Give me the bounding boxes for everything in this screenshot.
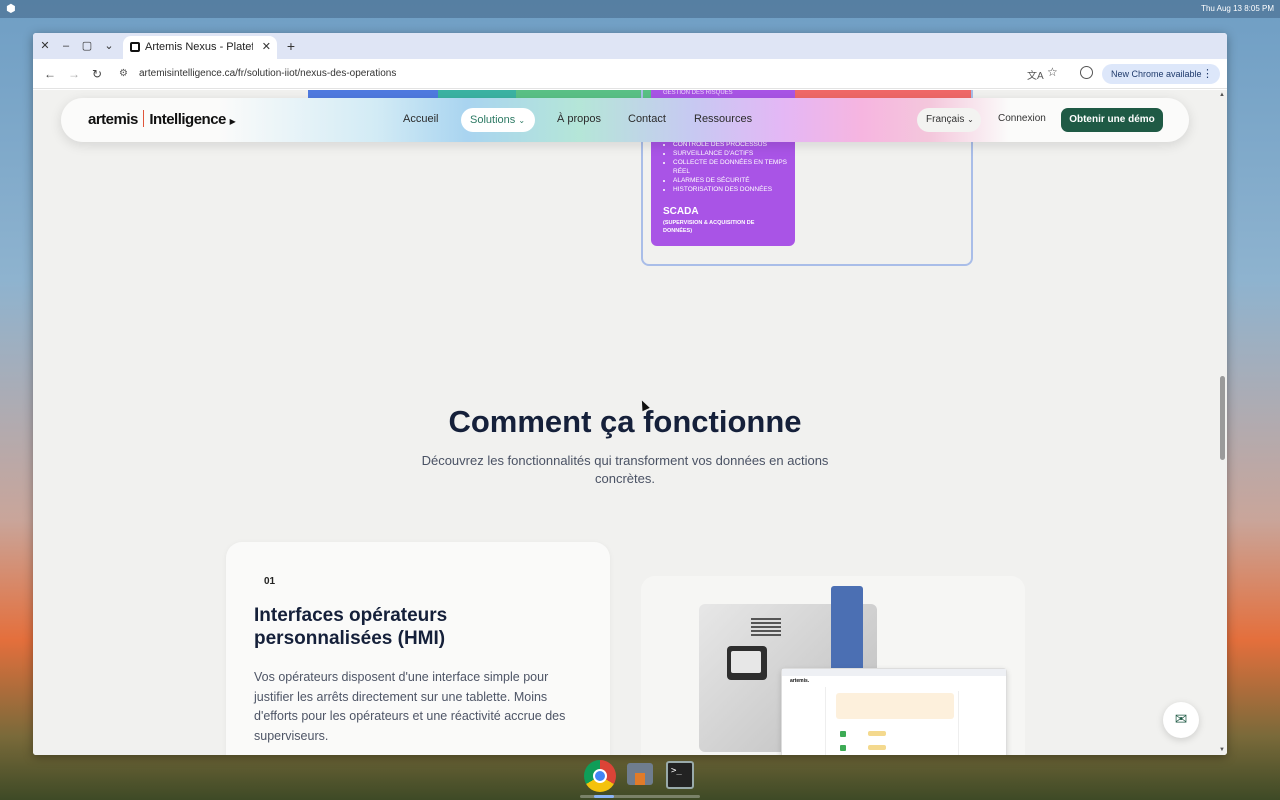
mock-tag — [868, 731, 886, 736]
logo-right: Intelligence — [149, 111, 226, 128]
os-top-bar: ⬢ Thu Aug 13 8:05 PM — [0, 0, 1280, 18]
mail-icon[interactable]: ✉ — [1163, 702, 1199, 738]
machine-screen — [731, 651, 761, 673]
bookmark-star-icon[interactable]: ☆ — [1047, 65, 1058, 79]
scada-item: COLLECTE DE DONNÉES EN TEMPS RÉEL — [673, 158, 791, 176]
scada-top-fragment: GESTION DES RISQUES — [663, 90, 733, 96]
files-launcher-icon[interactable] — [627, 763, 653, 785]
mock-sidebar — [786, 687, 826, 755]
logo-play-icon: ▶ — [229, 117, 236, 126]
nav-contact[interactable]: Contact — [628, 113, 666, 125]
section-title: Comment ça fonctionne — [448, 404, 802, 439]
scada-title: SCADA — [663, 206, 699, 217]
scroll-up-icon[interactable]: ▲ — [1219, 92, 1225, 98]
scrollbar-thumb[interactable] — [1220, 376, 1225, 460]
scada-item: ALARMES DE SÉCURITÉ — [673, 176, 791, 185]
feature-number: 01 — [264, 576, 276, 587]
active-app-indicator — [594, 795, 614, 798]
app-screenshot-image: artemis. — [781, 668, 1007, 755]
page-scrollbar[interactable]: ▲ ▼ — [1217, 90, 1227, 755]
back-arrow-icon[interactable]: ← — [42, 66, 58, 82]
browser-toolbar: ← → ↻ ⚙ artemisintelligence.ca/fr/soluti… — [33, 59, 1227, 89]
logo-divider — [142, 110, 145, 127]
chrome-launcher-icon[interactable] — [584, 760, 616, 792]
scada-item: HISTORISATION DES DONNÉES — [673, 185, 791, 194]
scada-list: CONTRÔLE DES PROCESSUS SURVEILLANCE D'AC… — [673, 140, 791, 194]
nav-about[interactable]: À propos — [557, 113, 601, 125]
browser-window: ✕ – ▢ ⌄ Artemis Nexus - Platefo ✕ + ← → … — [33, 33, 1227, 755]
site-info-icon[interactable]: ⚙ — [119, 68, 128, 79]
reload-icon[interactable]: ↻ — [89, 66, 105, 82]
mock-topbar — [782, 669, 1006, 676]
taskbar: >_ — [0, 757, 1280, 800]
scada-item: SURVEILLANCE D'ACTIFS — [673, 149, 791, 158]
page-viewport: GESTION DES RISQUES CONTRÔLE DES PROCESS… — [33, 90, 1227, 755]
language-label: Français — [926, 114, 965, 125]
minimize-icon[interactable]: – — [58, 38, 74, 54]
chevron-down-icon: ⌄ — [967, 115, 974, 124]
machine-vent — [751, 618, 781, 636]
chrome-center — [593, 769, 607, 783]
nav-resources[interactable]: Ressources — [694, 113, 752, 125]
os-logo-icon[interactable]: ⬢ — [6, 3, 18, 15]
favicon-icon — [130, 42, 140, 52]
diagram-strip-teal — [438, 90, 516, 98]
mock-tag — [868, 745, 886, 750]
section-subtitle: Découvrez les fonctionnalités qui transf… — [421, 453, 829, 486]
language-select[interactable]: Français ⌄ — [917, 108, 981, 132]
close-window-icon[interactable]: ✕ — [37, 38, 53, 54]
maximize-icon[interactable]: ▢ — [79, 38, 95, 54]
mock-right-panel — [958, 691, 1004, 755]
new-tab-icon[interactable]: + — [283, 38, 299, 54]
site-navigation: artemis Intelligence ▶ Accueil Solutions … — [61, 98, 1189, 142]
url-text[interactable]: artemisintelligence.ca/fr/solution-iiot/… — [139, 68, 396, 79]
mock-panel — [836, 693, 954, 719]
tab-close-icon[interactable]: ✕ — [262, 40, 271, 53]
check-icon — [840, 745, 846, 751]
files-accent — [635, 773, 645, 785]
forward-arrow-icon[interactable]: → — [66, 66, 82, 82]
chevron-down-icon: ⌄ — [518, 116, 526, 125]
feature-description: Vos opérateurs disposent d'une interface… — [254, 670, 566, 743]
diagram-strip-green — [516, 90, 651, 98]
nav-solutions[interactable]: Solutions ⌄ — [461, 108, 535, 132]
site-logo[interactable]: artemis Intelligence ▶ — [88, 110, 236, 128]
login-link[interactable]: Connexion — [998, 113, 1046, 124]
translate-icon[interactable]: 文A — [1027, 67, 1044, 82]
machine-control-panel — [727, 646, 767, 680]
address-bar[interactable]: ⚙ artemisintelligence.ca/fr/solution-iio… — [113, 63, 1093, 85]
scada-subtitle: (SUPERVISION & ACQUISITION DE DONNÉES) — [663, 220, 755, 234]
demo-button[interactable]: Obtenir une démo — [1061, 108, 1163, 132]
feature-title: Interfaces opérateurs personnalisées (HM… — [254, 605, 448, 649]
active-tab[interactable]: Artemis Nexus - Platefo ✕ — [123, 36, 277, 59]
check-icon — [840, 731, 846, 737]
feature-image: artemis. — [641, 576, 1025, 755]
os-date: Thu Aug 13 — [1201, 4, 1242, 13]
terminal-launcher-icon[interactable]: >_ — [666, 761, 694, 789]
logo-left: artemis — [88, 111, 138, 128]
profile-icon[interactable] — [1080, 66, 1093, 79]
diagram-strip-blue — [308, 90, 438, 98]
tab-strip: ✕ – ▢ ⌄ Artemis Nexus - Platefo ✕ + — [33, 33, 1227, 59]
nav-solutions-label: Solutions — [470, 114, 516, 126]
os-clock[interactable]: 8:05 PM — [1244, 4, 1274, 13]
nav-home[interactable]: Accueil — [403, 113, 438, 125]
menu-dots-icon[interactable]: ⋮ — [1202, 64, 1213, 84]
tab-title: Artemis Nexus - Platefo — [145, 41, 253, 53]
feature-card: 01 Interfaces opérateurs personnalisées … — [226, 542, 610, 755]
chrome-update-label: New Chrome available — [1111, 69, 1202, 79]
tab-search-chevron-icon[interactable]: ⌄ — [101, 38, 117, 54]
mock-logo: artemis. — [790, 678, 810, 684]
scroll-down-icon[interactable]: ▼ — [1219, 747, 1225, 753]
chrome-update-button[interactable]: New Chrome available ⋮ — [1102, 64, 1220, 84]
